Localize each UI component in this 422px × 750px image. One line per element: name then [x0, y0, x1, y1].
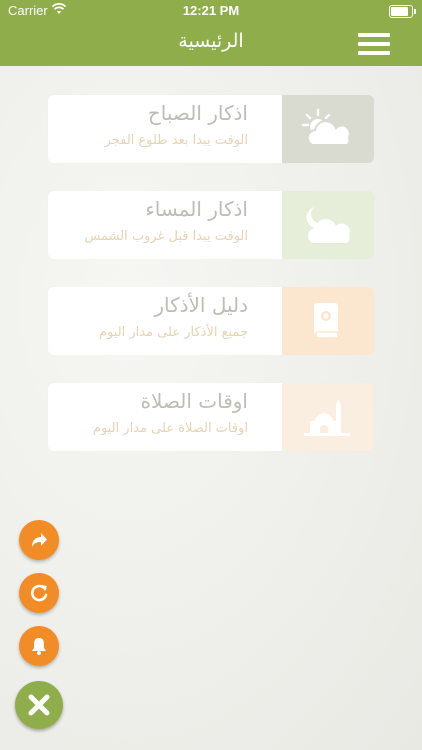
card-prayer-times[interactable]: اوقات الصلاة اوقات الصلاة على مدار اليوم: [48, 383, 374, 451]
card-icon-box: [282, 191, 374, 259]
card-evening-adhkar[interactable]: اذكار المساء الوقت يبدا قبل غروب الشمس: [48, 191, 374, 259]
moon-cloud-icon: [306, 207, 350, 243]
card-title: اذكار المساء: [145, 197, 248, 221]
card-adhkar-guide[interactable]: دليل الأذكار جميع الأذكار على مدار اليوم: [48, 287, 374, 355]
card-title: اوقات الصلاة: [140, 389, 248, 413]
notifications-button[interactable]: [19, 626, 59, 666]
mosque-icon: [304, 399, 350, 436]
card-subtitle: جميع الأذكار على مدار اليوم: [99, 325, 248, 340]
close-icon: [28, 694, 50, 716]
bell-icon: [32, 638, 46, 655]
close-menu-button[interactable]: [15, 681, 63, 729]
card-morning-adhkar[interactable]: اذكار الصباح الوقت يبدا بعد طلوع الفجر: [48, 95, 374, 163]
card-title: دليل الأذكار: [154, 293, 248, 317]
card-subtitle: الوقت يبدا بعد طلوع الفجر: [104, 133, 248, 148]
refresh-button[interactable]: [19, 573, 59, 613]
sun-cloud-icon: [301, 108, 351, 146]
navigation-bar: الرئيسية: [0, 22, 422, 66]
hamburger-menu-icon[interactable]: [358, 33, 390, 55]
clock: 12:21 PM: [182, 3, 240, 18]
share-button[interactable]: [19, 520, 59, 560]
battery-icon: [389, 5, 416, 18]
card-subtitle: الوقت يبدا قبل غروب الشمس: [84, 229, 248, 244]
card-title: اذكار الصباح: [147, 101, 248, 125]
card-subtitle: اوقات الصلاة على مدار اليوم: [92, 421, 248, 436]
refresh-icon: [31, 584, 48, 602]
card-icon-box: [282, 95, 374, 163]
book-icon: [314, 303, 339, 339]
status-bar: Carrier 12:21 PM: [0, 0, 422, 22]
card-icon-box: [282, 383, 374, 451]
card-icon-box: [282, 287, 374, 355]
share-icon: [32, 533, 47, 547]
